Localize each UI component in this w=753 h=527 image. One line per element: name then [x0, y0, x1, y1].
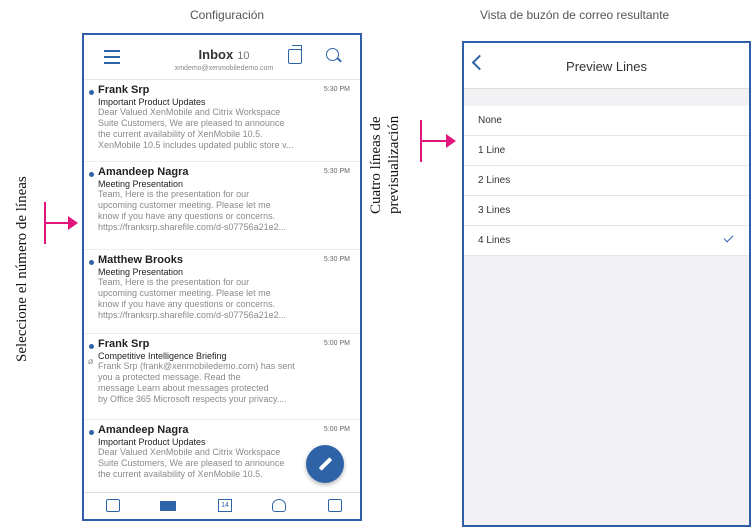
- caption-configuration: Configuración: [190, 8, 265, 22]
- calendar-day-icon[interactable]: [106, 499, 120, 512]
- option-3-lines[interactable]: 3 Lines: [464, 196, 749, 226]
- list-item[interactable]: Matthew Brooks 5:30 PM Meeting Presentat…: [84, 250, 360, 334]
- message-time: 5:00 PM: [323, 426, 350, 433]
- page-title: Preview Lines: [566, 59, 647, 74]
- unread-dot-icon: [89, 172, 94, 177]
- message-preview: Dear Valued XenMobile and Citrix Workspa…: [98, 107, 294, 150]
- arrow-right-head: [446, 134, 456, 148]
- message-subject: Meeting Presentation: [98, 179, 184, 189]
- message-preview: Team, Here is the presentation for our u…: [98, 189, 287, 232]
- hamburger-menu-icon[interactable]: [104, 50, 120, 68]
- inbox-title-block[interactable]: Inbox 10 xmdemo@xenmobiledemo.com: [154, 46, 294, 72]
- message-sender: Matthew Brooks: [98, 254, 183, 266]
- list-item[interactable]: Frank Srp 5:30 PM Important Product Upda…: [84, 80, 360, 162]
- arrow-left-head: [68, 216, 78, 230]
- message-time: 5:30 PM: [323, 86, 350, 93]
- message-time: 5:30 PM: [323, 168, 350, 175]
- unread-dot-icon: [89, 430, 94, 435]
- option-none[interactable]: None: [464, 106, 749, 136]
- inbox-header: Inbox 10 xmdemo@xenmobiledemo.com: [84, 35, 360, 80]
- option-1-line[interactable]: 1 Line: [464, 136, 749, 166]
- mail-icon[interactable]: [160, 501, 176, 511]
- arrow-left: [44, 202, 78, 244]
- side-label-select-lines: Seleccione el número de líneas: [14, 176, 30, 362]
- message-sender: Amandeep Nagra: [98, 424, 189, 436]
- account-email: xmdemo@xenmobiledemo.com: [174, 65, 274, 72]
- option-label: 1 Line: [478, 145, 506, 156]
- preview-lines-options: None 1 Line 2 Lines 3 Lines 4 Lines: [464, 106, 749, 256]
- message-subject: Important Product Updates: [98, 437, 206, 447]
- message-preview: Team, Here is the presentation for our u…: [98, 277, 287, 320]
- message-sender: Frank Srp: [98, 84, 150, 96]
- documents-icon[interactable]: [328, 499, 342, 512]
- side-label-four-lines: Cuatro líneas de previsualización: [368, 115, 402, 214]
- list-item[interactable]: ⌀ Frank Srp 5:00 PM Competitive Intellig…: [84, 334, 360, 420]
- preview-lines-screen: Preview Lines None 1 Line 2 Lines 3 Line…: [462, 41, 751, 527]
- inbox-title: Inbox: [198, 47, 234, 62]
- option-label: 2 Lines: [478, 175, 511, 186]
- message-sender: Amandeep Nagra: [98, 166, 189, 178]
- checkmark-icon: [723, 232, 734, 243]
- message-subject: Meeting Presentation: [98, 267, 184, 277]
- attachment-icon: ⌀: [88, 356, 94, 366]
- message-sender: Frank Srp: [98, 338, 150, 350]
- search-icon[interactable]: [326, 48, 339, 61]
- option-label: 3 Lines: [478, 205, 511, 216]
- message-subject: Competitive Intelligence Briefing: [98, 351, 227, 361]
- inbox-count: 10: [237, 50, 250, 62]
- unread-dot-icon: [89, 260, 94, 265]
- message-time: 5:00 PM: [323, 340, 350, 347]
- unread-dot-icon: [89, 344, 94, 349]
- tab-bar: 14: [84, 492, 360, 519]
- option-4-lines[interactable]: 4 Lines: [464, 226, 749, 256]
- message-time: 5:30 PM: [323, 256, 350, 263]
- message-preview: Frank Srp (frank@xenmobiledemo.com) has …: [98, 361, 295, 404]
- option-label: 4 Lines: [478, 235, 511, 246]
- caption-result: Vista de buzón de correo resultante: [480, 8, 670, 22]
- arrow-right-bar: [420, 120, 422, 162]
- arrow-right: [420, 120, 456, 162]
- inbox-screen: Inbox 10 xmdemo@xenmobiledemo.com Frank S…: [82, 33, 362, 521]
- option-label: None: [478, 115, 502, 126]
- message-subject: Important Product Updates: [98, 97, 206, 107]
- compose-button[interactable]: [306, 445, 344, 483]
- arrow-left-bar: [44, 202, 46, 244]
- option-2-lines[interactable]: 2 Lines: [464, 166, 749, 196]
- calendar-icon[interactable]: 14: [218, 499, 232, 512]
- list-item[interactable]: Amandeep Nagra 5:30 PM Meeting Presentat…: [84, 162, 360, 250]
- unread-dot-icon: [89, 90, 94, 95]
- contacts-icon[interactable]: [272, 499, 286, 512]
- preview-lines-header: Preview Lines: [464, 43, 749, 89]
- copy-icon[interactable]: [288, 45, 302, 64]
